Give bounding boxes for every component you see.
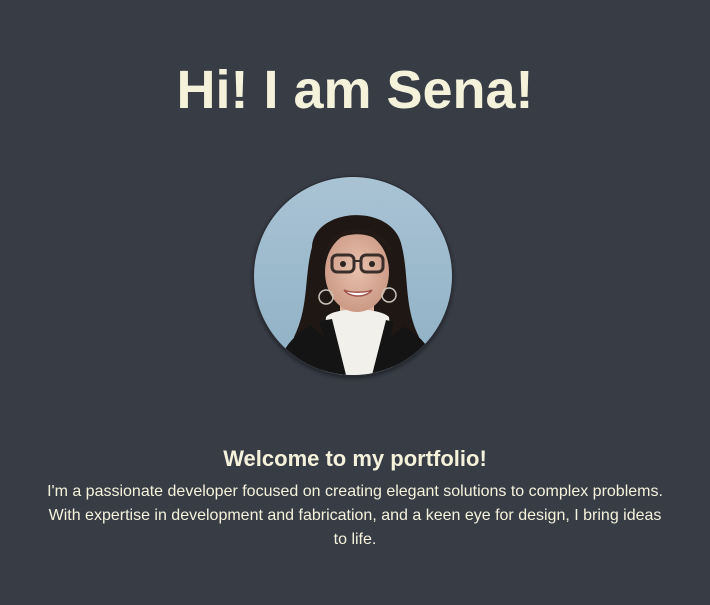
profile-photo <box>254 177 452 375</box>
intro-paragraph: I'm a passionate developer focused on cr… <box>47 483 663 548</box>
avatar <box>253 176 453 376</box>
welcome-heading: Welcome to my portfolio! <box>223 446 487 471</box>
page-title: Hi! I am Sena! <box>176 60 534 120</box>
